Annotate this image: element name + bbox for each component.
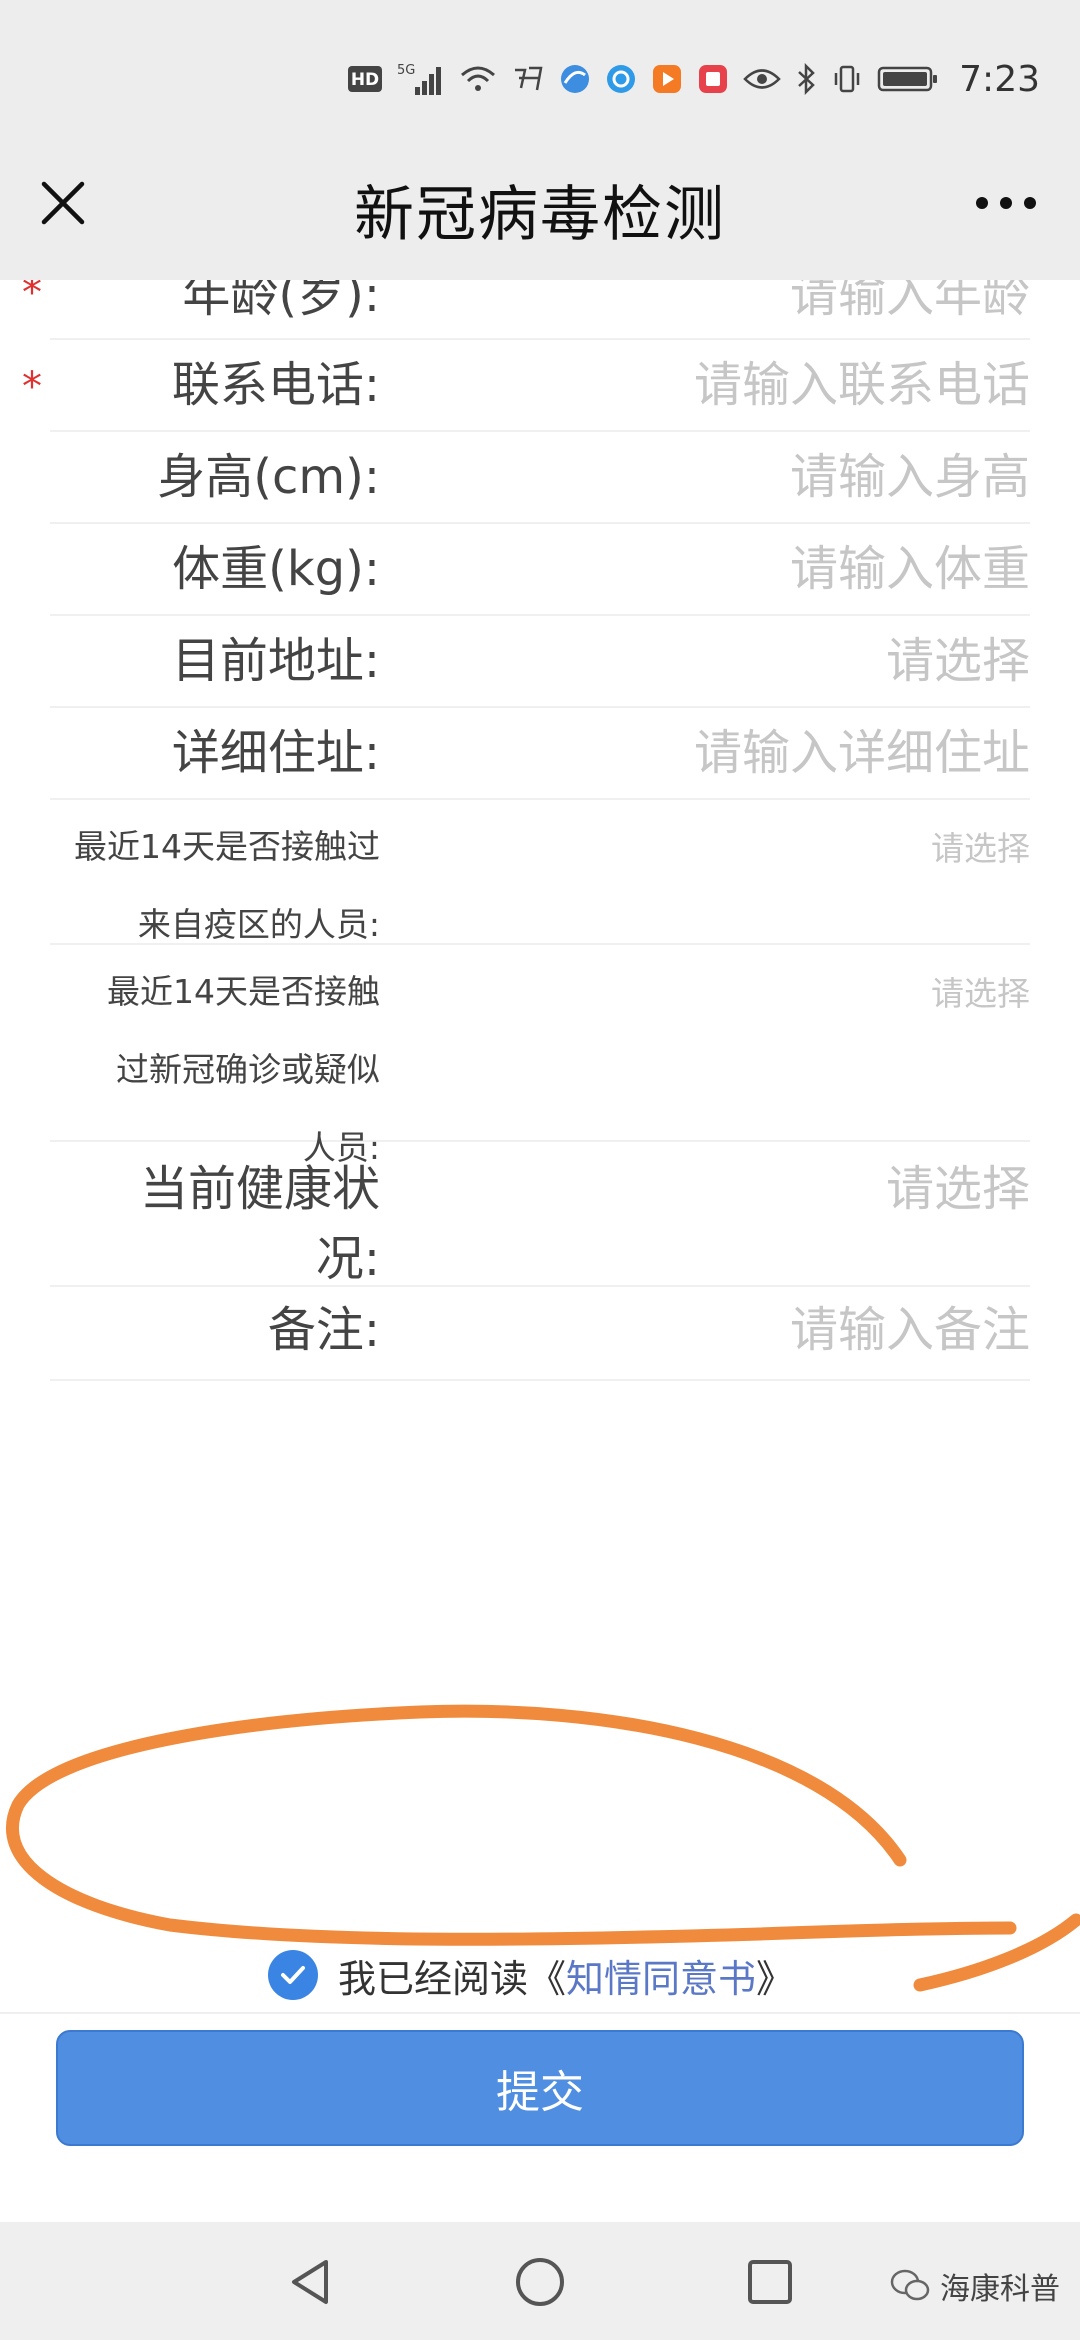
field-label-phone: 联系电话: — [171, 357, 380, 413]
required-mark: * — [22, 364, 42, 410]
form-row-phone: * 联系电话: 请输入联系电话 — [22, 338, 1030, 432]
home-circle-icon — [516, 2258, 564, 2306]
height-input[interactable]: 请输入身高 — [790, 442, 1030, 512]
divider — [0, 2012, 1080, 2014]
label-line: 最近14天是否接触过 — [74, 827, 380, 866]
home-button[interactable] — [508, 2250, 572, 2314]
detailed-address-input[interactable]: 请输入详细住址 — [694, 718, 1030, 788]
age-input[interactable]: 请输入年龄 — [790, 280, 1030, 330]
field-label-detailed-address: 详细住址: — [171, 725, 380, 781]
nav-bar: 新冠病毒检测 — [0, 150, 1080, 280]
form-row-height: 身高(cm): 请输入身高 — [50, 430, 1030, 524]
field-label-height: 身高(cm): — [157, 449, 380, 505]
eye-comfort-icon — [743, 66, 781, 92]
bluetooth-icon — [795, 63, 817, 95]
form-row-covid-contact: 最近14天是否接触 过新冠确诊或疑似 人员: 请选择 — [50, 943, 1030, 1167]
form-area: * 年龄(岁): 请输入年龄 * 联系电话: 请输入联系电话 身高(cm): 请… — [0, 280, 1080, 2012]
more-icon — [976, 197, 1036, 209]
form-row-current-address: 目前地址: 请选择 — [50, 614, 1030, 708]
submit-button[interactable]: 提交 — [56, 2030, 1024, 2146]
remarks-input[interactable]: 请输入备注 — [790, 1295, 1030, 1365]
recents-button[interactable] — [738, 2250, 802, 2314]
field-label-current-address: 目前地址: — [171, 633, 380, 689]
label-line: 当前健康状 — [139, 1161, 380, 1217]
page-title: 新冠病毒检测 — [354, 180, 726, 250]
form-row-age: * 年龄(岁): 请输入年龄 — [22, 280, 1030, 340]
recents-square-icon — [748, 2260, 792, 2304]
status-time: 7:23 — [959, 58, 1040, 100]
current-address-select[interactable]: 请选择 — [886, 626, 1030, 696]
search-app-icon — [605, 63, 637, 95]
label-line: 过新冠确诊或疑似 — [116, 1050, 380, 1089]
app-notification-icon — [511, 64, 545, 94]
field-label-remarks: 备注: — [267, 1302, 380, 1358]
label-line: 最近14天是否接触 — [107, 972, 380, 1011]
epidemic-contact-select[interactable]: 请选择 — [931, 824, 1030, 874]
field-label-health-status: 当前健康状 况: — [50, 1154, 380, 1287]
red-app-icon — [697, 63, 729, 95]
hd-badge-icon: HD — [347, 64, 383, 94]
watermark-text: 海康科普 — [940, 2272, 1060, 2307]
back-button[interactable] — [278, 2250, 342, 2314]
wifi-icon — [459, 63, 497, 95]
form-row-epidemic-contact: 最近14天是否接触过 来自疫区的人员: 请选择 — [50, 798, 1030, 945]
weight-input[interactable]: 请输入体重 — [790, 534, 1030, 604]
field-label-age: 年龄(岁): — [182, 280, 380, 323]
form-row-health-status: 当前健康状 况: 请选择 — [50, 1140, 1030, 1287]
form-row-detailed-address: 详细住址: 请输入详细住址 — [50, 706, 1030, 800]
form-row-remarks: 备注: 请输入备注 — [50, 1285, 1030, 1381]
field-label-epidemic-contact: 最近14天是否接触过 来自疫区的人员: — [50, 808, 380, 964]
battery-icon — [877, 64, 939, 94]
status-icons: HD 5G 7:23 — [347, 56, 1040, 102]
informed-consent-link[interactable]: 知情同意书 — [566, 1957, 756, 2001]
wechat-icon — [890, 2269, 930, 2301]
svg-text:5G: 5G — [397, 63, 415, 78]
consent-checkbox[interactable] — [268, 1950, 318, 2000]
label-line: 况: — [315, 1231, 380, 1287]
watermark: 海康科普 — [890, 2264, 1060, 2308]
browser-app-icon — [559, 63, 591, 95]
health-status-select[interactable]: 请选择 — [886, 1154, 1030, 1224]
required-mark: * — [22, 280, 42, 316]
signal-5g-icon: 5G — [397, 61, 445, 97]
status-bar: HD 5G 7:23 — [0, 0, 1080, 150]
covid-contact-select[interactable]: 请选择 — [931, 969, 1030, 1019]
field-label-weight: 体重(kg): — [172, 541, 380, 597]
back-triangle-icon — [292, 2260, 328, 2304]
svg-text:HD: HD — [351, 70, 379, 90]
more-menu-button[interactable] — [966, 168, 1046, 238]
form-row-weight: 体重(kg): 请输入体重 — [50, 522, 1030, 616]
phone-input[interactable]: 请输入联系电话 — [694, 350, 1030, 420]
checkmark-icon — [281, 1966, 305, 1984]
video-app-icon — [651, 63, 683, 95]
consent-agreement: 我已经阅读《知情同意书》 — [268, 1945, 794, 2005]
consent-text: 我已经阅读《知情同意书》 — [338, 1956, 795, 2001]
vibrate-icon — [831, 63, 863, 95]
